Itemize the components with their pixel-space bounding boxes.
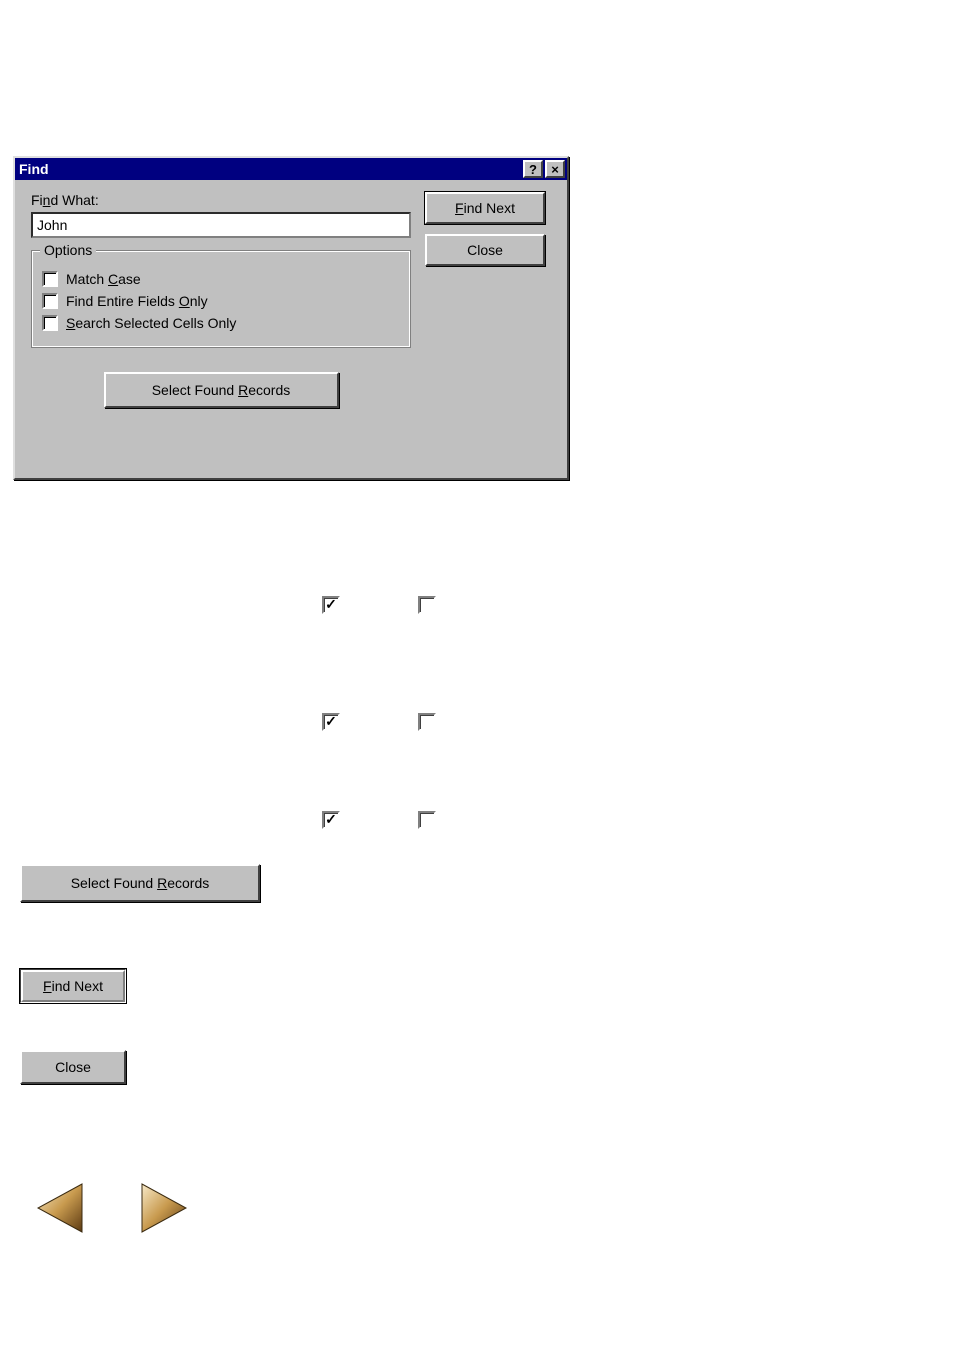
select-found-records-label: Select Found Records bbox=[152, 382, 291, 398]
match-case-label: Match Case bbox=[66, 271, 141, 287]
search-selected-label: Search Selected Cells Only bbox=[66, 315, 236, 331]
find-next-label: Find Next bbox=[455, 200, 515, 216]
nav-arrows bbox=[28, 1176, 196, 1240]
back-arrow-icon[interactable] bbox=[28, 1176, 92, 1240]
find-next-button[interactable]: Find Next bbox=[425, 192, 545, 224]
search-selected-checkbox[interactable] bbox=[42, 315, 58, 331]
find-entire-fields-checkbox[interactable] bbox=[42, 293, 58, 309]
demo-checkbox-checked-3[interactable] bbox=[322, 811, 340, 829]
close-button-standalone[interactable]: Close bbox=[20, 1050, 126, 1084]
close-button[interactable]: Close bbox=[425, 234, 545, 266]
search-selected-row[interactable]: Search Selected Cells Only bbox=[42, 315, 400, 331]
dialog-left-column: Find What: Options Match Case Find Entir… bbox=[31, 192, 411, 408]
select-found-records-label-standalone: Select Found Records bbox=[71, 875, 210, 891]
options-group: Options Match Case Find Entire Fields On… bbox=[31, 250, 411, 348]
find-entire-fields-label: Find Entire Fields Only bbox=[66, 293, 208, 309]
demo-checkbox-unchecked-2[interactable] bbox=[418, 713, 436, 731]
close-label: Close bbox=[467, 242, 503, 258]
help-icon[interactable]: ? bbox=[523, 160, 543, 178]
find-dialog: Find ? × Find What: Options Match Case F… bbox=[13, 156, 569, 480]
dialog-title: Find bbox=[19, 161, 49, 177]
dialog-body: Find What: Options Match Case Find Entir… bbox=[15, 180, 567, 418]
close-label-standalone: Close bbox=[55, 1059, 91, 1075]
find-what-label: Find What: bbox=[31, 192, 411, 208]
demo-checkbox-unchecked-1[interactable] bbox=[418, 596, 436, 614]
demo-checkbox-checked-1[interactable] bbox=[322, 596, 340, 614]
find-next-button-standalone[interactable]: Find Next bbox=[20, 969, 126, 1003]
demo-checkbox-checked-2[interactable] bbox=[322, 713, 340, 731]
demo-checkbox-unchecked-3[interactable] bbox=[418, 811, 436, 829]
find-what-input[interactable] bbox=[31, 212, 411, 238]
match-case-row[interactable]: Match Case bbox=[42, 271, 400, 287]
match-case-checkbox[interactable] bbox=[42, 271, 58, 287]
select-found-records-button[interactable]: Select Found Records bbox=[104, 372, 339, 408]
find-next-label-standalone: Find Next bbox=[43, 978, 103, 994]
dialog-right-column: Find Next Close bbox=[425, 192, 555, 408]
close-icon[interactable]: × bbox=[545, 160, 565, 178]
dialog-titlebar[interactable]: Find ? × bbox=[15, 158, 567, 180]
forward-arrow-icon[interactable] bbox=[132, 1176, 196, 1240]
select-found-records-button-standalone[interactable]: Select Found Records bbox=[20, 864, 260, 902]
find-entire-fields-row[interactable]: Find Entire Fields Only bbox=[42, 293, 400, 309]
titlebar-buttons: ? × bbox=[521, 160, 565, 178]
options-group-label: Options bbox=[40, 242, 96, 258]
